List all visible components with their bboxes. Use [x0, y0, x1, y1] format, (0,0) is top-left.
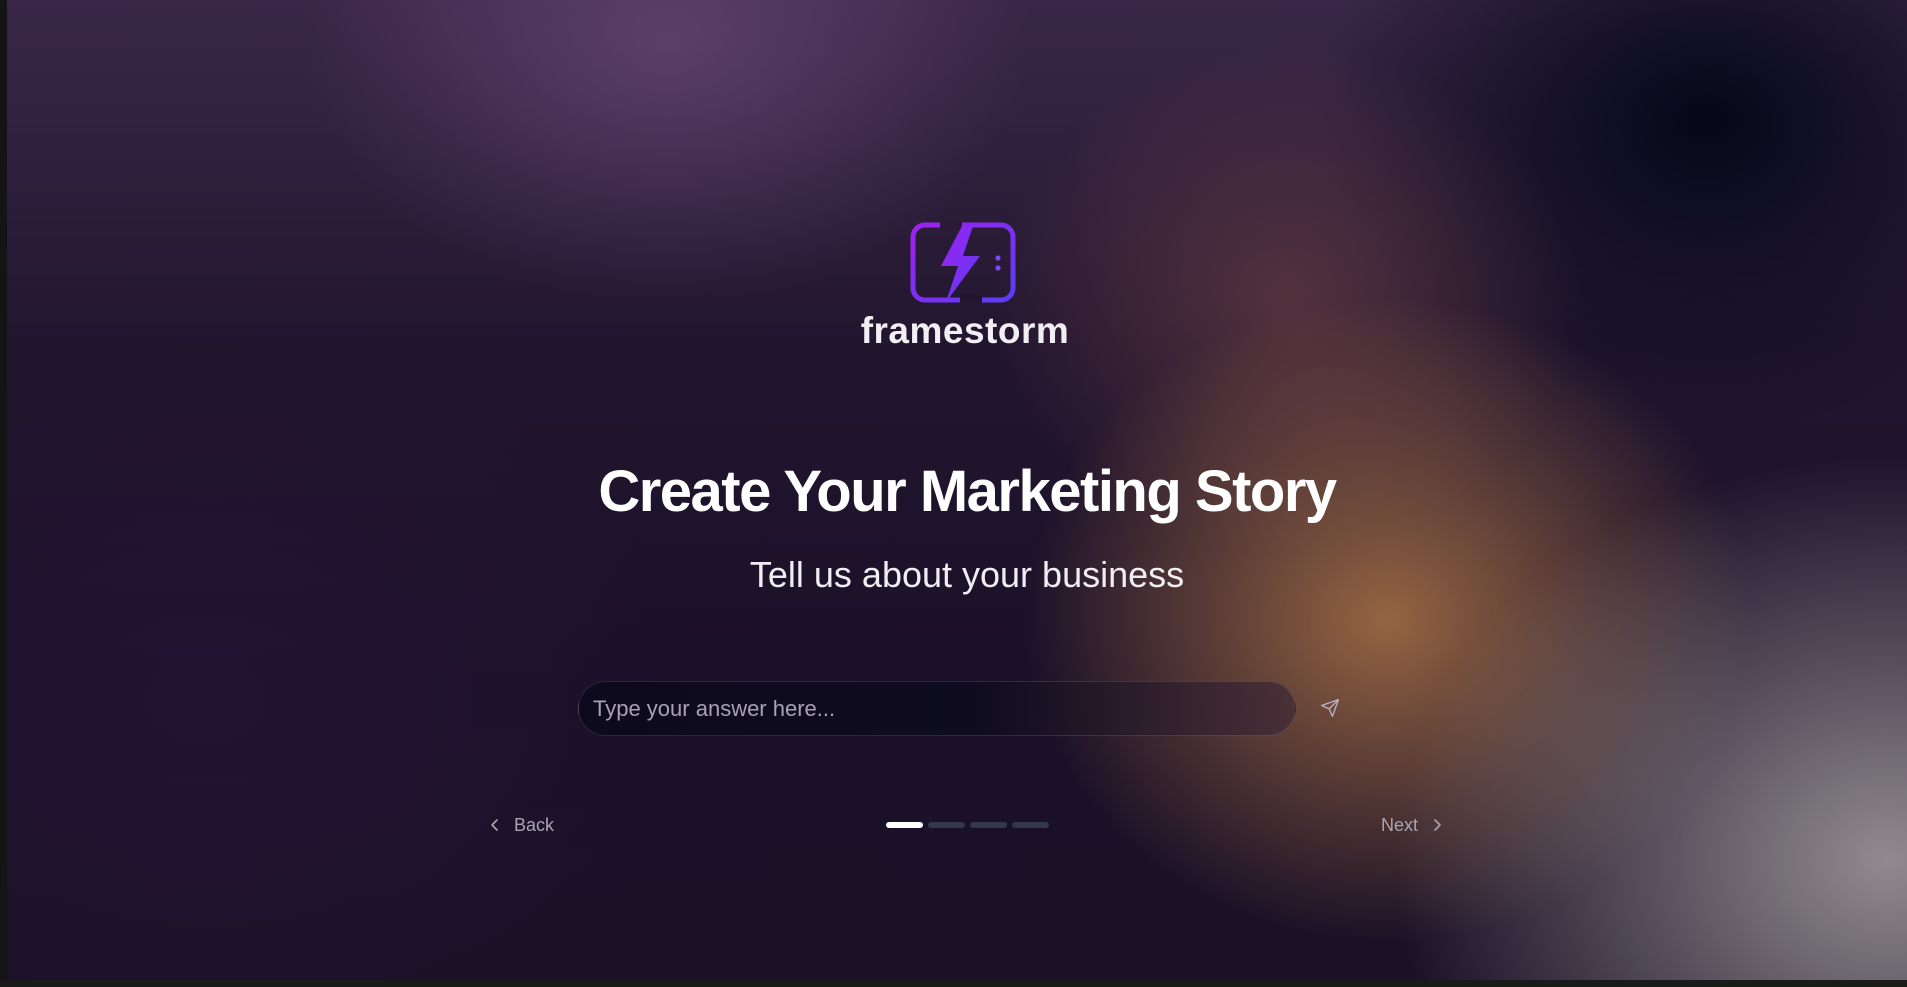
answer-input[interactable]	[578, 681, 1296, 736]
bottom-edge	[0, 980, 1907, 987]
progress-indicator	[886, 822, 1049, 828]
onboarding-screen: framestorm Create Your Marketing Story T…	[7, 0, 1907, 980]
progress-step-4	[1012, 822, 1049, 828]
send-button[interactable]	[1315, 693, 1345, 723]
next-label: Next	[1381, 814, 1419, 835]
chevron-left-icon	[488, 818, 502, 832]
page-title: Create Your Marketing Story	[598, 459, 1337, 524]
progress-step-2	[928, 822, 965, 828]
chevron-right-icon	[1430, 818, 1444, 832]
back-label: Back	[514, 814, 555, 835]
lightning-screen-icon	[910, 222, 1016, 303]
page-subtitle: Tell us about your business	[749, 554, 1185, 595]
progress-step-3	[970, 822, 1007, 828]
progress-step-1	[886, 822, 923, 828]
next-button[interactable]: Next	[1381, 812, 1444, 838]
brand-name: framestorm	[860, 310, 1070, 351]
back-button[interactable]: Back	[488, 812, 554, 838]
brand-logo	[910, 222, 1016, 304]
send-icon	[1321, 699, 1339, 717]
